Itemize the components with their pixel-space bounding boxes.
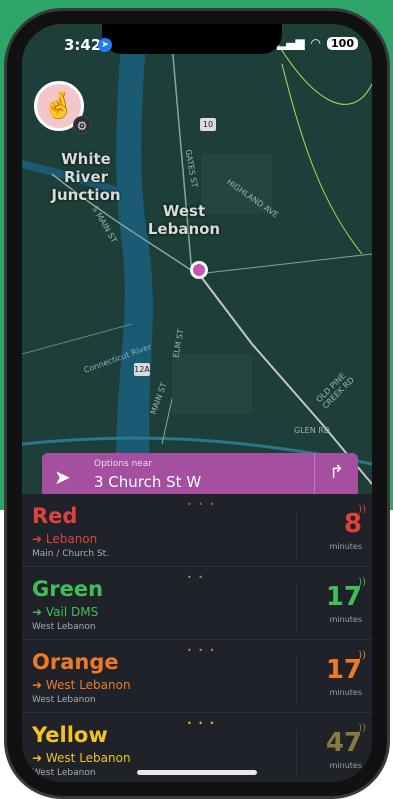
navigation-arrow-icon: ➤ (54, 465, 71, 489)
live-signal-icon: )) (358, 577, 366, 588)
live-signal-icon: )) (358, 723, 366, 734)
signal-icon: ▂▄▆ (276, 36, 305, 50)
road-label: GLEN RD (294, 426, 330, 435)
options-near-card[interactable]: ➤ Options near 3 Church St W ↱ (42, 453, 358, 499)
eta-value: 47 (325, 728, 362, 758)
destination-label: West Lebanon (45, 751, 131, 765)
place-label-west-lebanon: West Lebanon (147, 202, 221, 238)
route-stop: Main / Church St. (32, 549, 110, 559)
phone-screen: White River Junction West Lebanon S MAIN… (22, 24, 372, 782)
device-notch (102, 24, 282, 54)
eta-unit: minutes (329, 761, 362, 770)
contour (281, 63, 363, 255)
eta-box: 17 minutes)) (296, 650, 366, 706)
route-name: Green (32, 577, 104, 601)
arrow-circle-icon: ➜ (32, 678, 46, 692)
live-signal-icon: )) (358, 650, 366, 661)
route-destination: ➜ Vail DMS (32, 605, 98, 619)
destination-label: West Lebanon (45, 678, 131, 692)
route-name: Orange (32, 650, 119, 674)
arrow-circle-icon: ➜ (32, 532, 46, 546)
options-label: Options near (94, 459, 153, 469)
directions-button[interactable]: ↱ (314, 453, 358, 499)
live-signal-icon: )) (358, 504, 366, 515)
current-location-pin[interactable] (190, 261, 208, 279)
route-stop: West Lebanon (32, 768, 96, 778)
route-stop: West Lebanon (32, 695, 96, 705)
route-shield: 10 (200, 118, 216, 131)
page-dots: • • • (187, 719, 217, 728)
route-destination: ➜ West Lebanon (32, 678, 131, 692)
route-stop: West Lebanon (32, 622, 96, 632)
options-address: 3 Church St W (94, 473, 202, 491)
arrow-circle-icon: ➜ (32, 605, 46, 619)
route-row[interactable]: • • Green ➜ Vail DMS West Lebanon 17 minutes)… (22, 567, 372, 640)
page-dots: • • • (187, 500, 217, 509)
route-list: • • • Red ➜ Lebanon Main / Church St. 8 minut… (22, 494, 372, 782)
place-label-white-river: White River Junction (51, 150, 121, 204)
status-right: ▂▄▆ ◠ 100 (277, 36, 358, 50)
route-destination: ➜ West Lebanon (32, 751, 131, 765)
eta-box: 47 minutes)) (296, 723, 366, 779)
road (196, 253, 372, 275)
block (172, 354, 252, 414)
location-arrow-icon: ➤ (98, 38, 112, 52)
eta-unit: minutes (329, 615, 362, 624)
arrow-circle-icon: ➜ (32, 751, 46, 765)
destination-label: Lebanon (45, 532, 98, 546)
destination-label: Vail DMS (45, 605, 99, 619)
route-destination: ➜ Lebanon (32, 532, 97, 546)
river-shape (116, 24, 153, 494)
eta-unit: minutes (329, 542, 362, 551)
eta-value: 8 (343, 509, 362, 539)
route-name: Yellow (32, 723, 108, 747)
route-row[interactable]: • • • Orange ➜ West Lebanon West Lebanon 17 m… (22, 640, 372, 713)
home-indicator[interactable] (137, 770, 257, 775)
eta-value: 17 (325, 655, 362, 685)
route-name: Red (32, 504, 78, 528)
route-shield: 12A (134, 363, 150, 376)
eta-box: 17 minutes)) (296, 577, 366, 633)
status-time: 3:42 (64, 36, 102, 54)
route-row[interactable]: • • • Red ➜ Lebanon Main / Church St. 8 minut… (22, 494, 372, 567)
app-stage: White River Junction West Lebanon S MAIN… (0, 0, 393, 799)
turn-right-icon: ↱ (328, 462, 345, 483)
page-dots: • • (187, 573, 205, 582)
road (22, 323, 133, 355)
page-dots: • • • (187, 646, 217, 655)
eta-value: 17 (325, 582, 362, 612)
eta-box: 8 minutes)) (296, 504, 366, 560)
eta-unit: minutes (329, 688, 362, 697)
battery-indicator: 100 (327, 36, 358, 50)
wifi-icon: ◠ (310, 36, 322, 50)
gear-icon[interactable]: ⚙ (73, 116, 91, 134)
